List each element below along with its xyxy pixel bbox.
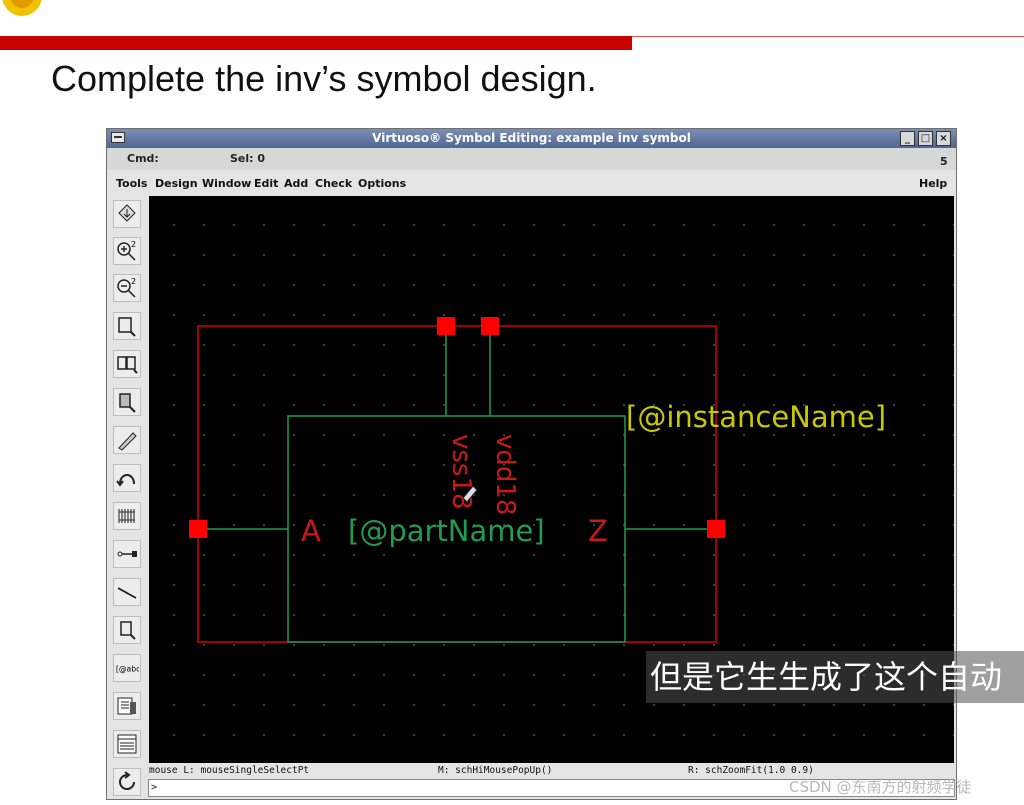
stretch-icon [118, 317, 136, 337]
menu-design[interactable]: Design [155, 177, 198, 190]
zoom-in-icon: 2 [117, 240, 136, 261]
menu-window[interactable]: Window [202, 177, 251, 190]
zoom-out-button[interactable]: 2 [113, 274, 141, 302]
redraw-button[interactable] [113, 768, 141, 796]
tool-palette: 2 2 [@abc] [107, 196, 148, 799]
pins-button[interactable] [113, 502, 141, 530]
pin-vss-label[interactable]: vss18 [446, 434, 476, 510]
zoom-out-factor: 2 [131, 277, 136, 286]
mouse-middle-binding: M: schHiMousePopUp() [438, 765, 553, 776]
menu-options[interactable]: Options [358, 177, 406, 190]
minimize-button[interactable]: _ [900, 131, 915, 146]
add-label-icon: [@abc] [116, 664, 139, 673]
add-line-icon [117, 587, 137, 599]
zoom-out-icon: 2 [117, 277, 136, 298]
add-shape-icon [120, 621, 136, 640]
zoom-in-button[interactable]: 2 [113, 237, 141, 265]
header-red-bar [0, 36, 632, 50]
menu-bar: Tools Design Window Edit Add Check Optio… [107, 170, 956, 196]
mouse-left-binding: mouse L: mouseSingleSelectPt [149, 765, 310, 776]
logo-icon [2, 0, 42, 16]
undo-button[interactable] [113, 464, 141, 492]
pin-a-label[interactable]: A [301, 514, 321, 548]
window-titlebar[interactable]: Virtuoso® Symbol Editing: example inv sy… [107, 129, 956, 148]
pin-z-marker[interactable] [707, 520, 725, 538]
prompt-text: > [151, 782, 158, 793]
check-button[interactable] [113, 692, 141, 720]
menu-tools[interactable]: Tools [116, 177, 147, 190]
save-tool-icon [118, 204, 136, 222]
save-tool-button[interactable] [113, 200, 141, 228]
pin-vdd-marker[interactable] [481, 317, 499, 335]
zoom-in-factor: 2 [131, 240, 136, 249]
menu-add[interactable]: Add [284, 177, 308, 190]
pin-z-label[interactable]: Z [588, 514, 608, 548]
add-line-button[interactable] [113, 578, 141, 606]
header-red-line [632, 36, 1024, 37]
copy-icon [117, 356, 138, 374]
move-button[interactable] [113, 388, 141, 416]
pin-vss-marker[interactable] [437, 317, 455, 335]
video-subtitle: 但是它生生成了这个自动 [646, 651, 1024, 703]
pin-vdd-label[interactable]: vdd18 [490, 434, 520, 515]
mouse-right-binding: R: schZoomFit(1.0 0.9) [688, 765, 814, 776]
menu-check[interactable]: Check [315, 177, 352, 190]
watermark: CSDN @东南方的射频学徒 [789, 778, 972, 796]
menu-edit[interactable]: Edit [254, 177, 278, 190]
close-button[interactable]: × [936, 131, 951, 146]
cmd-label: Cmd: [127, 152, 159, 165]
pin-a-marker[interactable] [189, 520, 207, 538]
move-icon [119, 393, 136, 413]
status-number: 5 [940, 155, 948, 168]
stretch-button[interactable] [113, 312, 141, 340]
redraw-icon [119, 771, 135, 790]
instance-name-label[interactable]: [@instanceName] [626, 400, 886, 434]
maximize-button[interactable]: □ [918, 131, 933, 146]
properties-button[interactable] [113, 730, 141, 758]
undo-icon [116, 474, 135, 487]
add-label-text: [@abc] [116, 664, 139, 673]
check-icon [117, 697, 136, 715]
add-pin-button[interactable] [113, 540, 141, 568]
slide-title: Complete the inv’s symbol design. [51, 58, 597, 99]
add-label-button[interactable]: [@abc] [113, 654, 141, 682]
part-name-label[interactable]: [@partName] [348, 514, 545, 548]
menu-help[interactable]: Help [919, 177, 947, 190]
add-shape-button[interactable] [113, 616, 141, 644]
pins-icon [118, 509, 135, 523]
window-title: Virtuoso® Symbol Editing: example inv sy… [372, 131, 691, 145]
status-bar: Cmd: Sel: 0 5 [107, 148, 956, 170]
wire-edit-button[interactable] [113, 426, 141, 454]
copy-button[interactable] [113, 350, 141, 378]
properties-icon [117, 734, 137, 754]
wire-edit-icon [118, 432, 137, 451]
add-pin-icon [117, 551, 137, 557]
selection-count: Sel: 0 [230, 152, 266, 165]
